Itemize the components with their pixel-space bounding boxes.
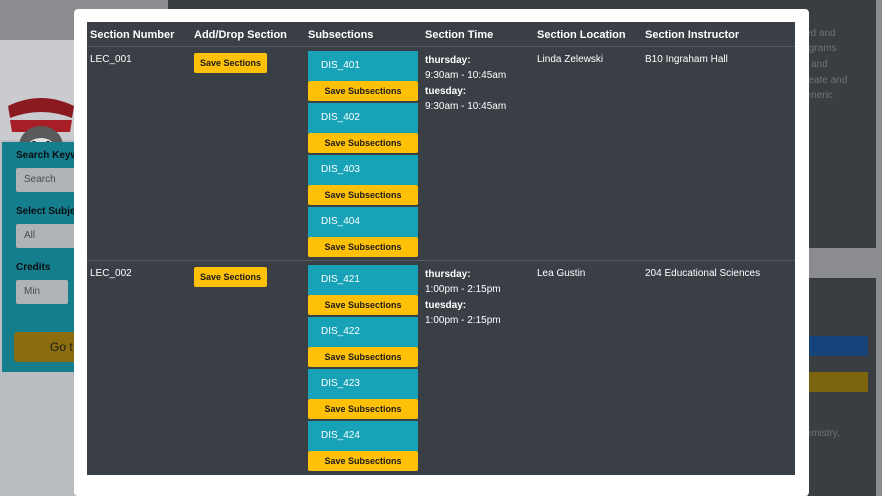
section-instructor-cell: 204 Educational Sciences <box>642 260 795 475</box>
save-subsections-button[interactable]: Save Subsections <box>308 133 418 153</box>
section-instructor-cell: B10 Ingraham Hall <box>642 46 795 261</box>
subsection-item[interactable]: DIS_403 <box>308 155 418 185</box>
bg-credits-min: Min <box>16 280 68 304</box>
section-number-cell: LEC_002 <box>87 260 191 475</box>
header-subsections: Subsections <box>305 22 422 47</box>
bg-blue-button <box>808 336 868 356</box>
section-time-cell: thursday: 1:00pm - 2:15pm tuesday: 1:00p… <box>422 260 534 475</box>
header-add-drop-section: Add/Drop Section <box>191 22 305 47</box>
subsections-cell: DIS_421 Save Subsections DIS_422 Save Su… <box>305 260 422 475</box>
subsection-item[interactable]: DIS_424 <box>308 421 418 451</box>
bg-credits-label: Credits <box>16 262 51 273</box>
subsection-item[interactable]: DIS_423 <box>308 369 418 399</box>
table-header-row: Section Number Add/Drop Section Subsecti… <box>87 22 795 47</box>
save-subsections-button[interactable]: Save Subsections <box>308 185 418 205</box>
section-instructor: B10 Ingraham Hall <box>645 54 728 65</box>
time-day: tuesday: <box>425 86 467 97</box>
save-subsections-button[interactable]: Save Subsections <box>308 347 418 367</box>
sections-table: Section Number Add/Drop Section Subsecti… <box>87 22 795 475</box>
sections-table-container[interactable]: Section Number Add/Drop Section Subsecti… <box>87 22 796 496</box>
time-range: 9:30am - 10:45am <box>425 101 507 112</box>
header-section-time: Section Time <box>422 22 534 47</box>
time-day: thursday: <box>425 269 471 280</box>
save-subsections-button[interactable]: Save Subsections <box>308 237 418 257</box>
table-row: LEC_001 Save Sections DIS_401 Save Subse… <box>87 46 795 261</box>
section-location: Linda Zelewski <box>537 54 604 65</box>
section-time-cell: thursday: 9:30am - 10:45am tuesday: 9:30… <box>422 46 534 261</box>
section-number-cell: LEC_001 <box>87 46 191 261</box>
save-subsections-button[interactable]: Save Subsections <box>308 295 418 315</box>
section-instructor: 204 Educational Sciences <box>645 268 761 279</box>
save-subsections-button[interactable]: Save Subsections <box>308 81 418 101</box>
header-section-number: Section Number <box>87 22 191 47</box>
time-day: thursday: <box>425 55 471 66</box>
bg-yellow-button <box>808 372 868 392</box>
subsection-item[interactable]: DIS_402 <box>308 103 418 133</box>
bg-subject-label: Select Subje <box>16 206 76 217</box>
subsection-item[interactable]: DIS_401 <box>308 51 418 81</box>
subsection-item[interactable]: DIS_422 <box>308 317 418 347</box>
subsection-list: DIS_401 Save Subsections DIS_402 Save Su… <box>308 51 418 257</box>
subsections-cell: DIS_401 Save Subsections DIS_402 Save Su… <box>305 46 422 261</box>
bg-search-label: Search Keyw <box>16 150 79 161</box>
time-day: tuesday: <box>425 300 467 311</box>
save-subsections-button[interactable]: Save Subsections <box>308 399 418 419</box>
save-sections-button[interactable]: Save Sections <box>194 267 268 287</box>
subsection-item[interactable]: DIS_404 <box>308 207 418 237</box>
table-row: LEC_002 Save Sections DIS_421 Save Subse… <box>87 260 795 475</box>
section-number: LEC_001 <box>90 54 132 65</box>
section-location-cell: Linda Zelewski <box>534 46 642 261</box>
header-section-location: Section Location <box>534 22 642 47</box>
save-sections-button[interactable]: Save Sections <box>194 53 268 73</box>
time-range: 1:00pm - 2:15pm <box>425 315 501 326</box>
section-number: LEC_002 <box>90 268 132 279</box>
subsection-list: DIS_421 Save Subsections DIS_422 Save Su… <box>308 265 418 471</box>
section-location-cell: Lea Gustin <box>534 260 642 475</box>
add-drop-cell: Save Sections <box>191 46 305 261</box>
section-location: Lea Gustin <box>537 268 586 279</box>
time-range: 9:30am - 10:45am <box>425 70 507 81</box>
time-range: 1:00pm - 2:15pm <box>425 284 501 295</box>
add-drop-cell: Save Sections <box>191 260 305 475</box>
save-subsections-button[interactable]: Save Subsections <box>308 451 418 471</box>
header-section-instructor: Section Instructor <box>642 22 795 47</box>
sections-modal: Section Number Add/Drop Section Subsecti… <box>74 9 809 496</box>
subsection-item[interactable]: DIS_421 <box>308 265 418 295</box>
